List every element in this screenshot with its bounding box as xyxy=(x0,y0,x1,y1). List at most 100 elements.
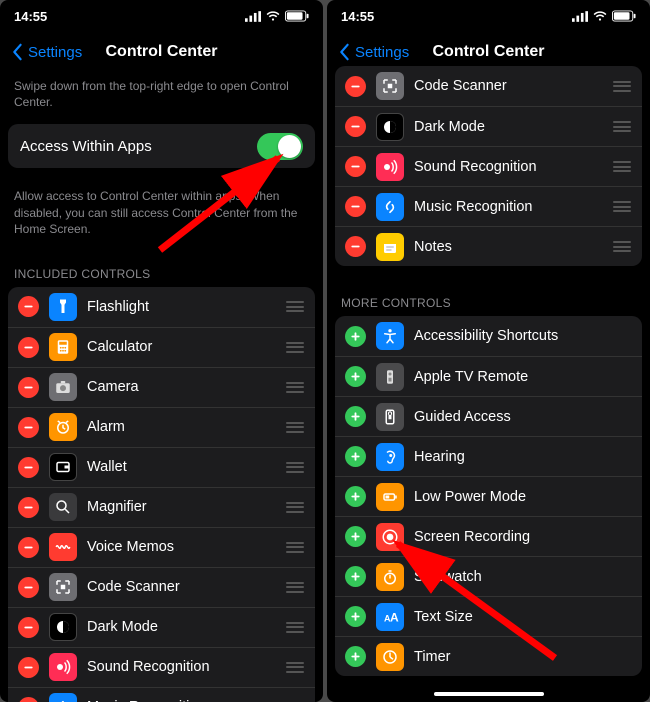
drag-handle-icon[interactable] xyxy=(285,342,305,353)
magnifier-icon xyxy=(49,493,77,521)
control-row-record[interactable]: Screen Recording xyxy=(335,516,642,556)
remove-button[interactable] xyxy=(18,497,39,518)
hearing-icon xyxy=(376,443,404,471)
control-row-wallet[interactable]: Wallet xyxy=(8,447,315,487)
add-button[interactable] xyxy=(345,566,366,587)
back-button[interactable]: Settings xyxy=(8,43,82,61)
battery-icon xyxy=(285,10,309,22)
control-row-codescanner[interactable]: Code Scanner xyxy=(8,567,315,607)
drag-handle-icon[interactable] xyxy=(612,241,632,252)
scroll-right[interactable]: Code ScannerDark ModeSound RecognitionMu… xyxy=(327,66,650,702)
access-label: Access Within Apps xyxy=(20,138,152,155)
drag-handle-icon[interactable] xyxy=(612,161,632,172)
control-label: Flashlight xyxy=(87,299,275,315)
add-button[interactable] xyxy=(345,606,366,627)
control-row-timer[interactable]: Timer xyxy=(335,636,642,676)
control-row-darkmode[interactable]: Dark Mode xyxy=(8,607,315,647)
control-row-guided[interactable]: Guided Access xyxy=(335,396,642,436)
access-within-apps-row[interactable]: Access Within Apps xyxy=(8,124,315,168)
remove-button[interactable] xyxy=(18,537,39,558)
control-label: Screen Recording xyxy=(414,529,632,545)
add-button[interactable] xyxy=(345,446,366,467)
drag-handle-icon[interactable] xyxy=(285,462,305,473)
remove-button[interactable] xyxy=(18,657,39,678)
drag-handle-icon[interactable] xyxy=(285,542,305,553)
nav-header: Settings Control Center xyxy=(0,32,323,72)
status-icons xyxy=(572,10,636,22)
control-label: Camera xyxy=(87,379,275,395)
back-button[interactable]: Settings xyxy=(335,43,409,61)
drag-handle-icon[interactable] xyxy=(285,422,305,433)
control-row-alarm[interactable]: Alarm xyxy=(8,407,315,447)
add-button[interactable] xyxy=(345,486,366,507)
included-list: Flashlight Calculator Camera AlarmWalletMag… xyxy=(8,287,315,702)
remove-button[interactable] xyxy=(18,617,39,638)
control-row-camera[interactable]: Camera xyxy=(8,367,315,407)
guided-icon xyxy=(376,403,404,431)
access-switch[interactable] xyxy=(257,133,303,160)
status-time: 14:55 xyxy=(341,9,374,24)
battery-icon xyxy=(612,10,636,22)
control-row-textsize[interactable]: AAText Size xyxy=(335,596,642,636)
scroll-left[interactable]: Swipe down from the top-right edge to op… xyxy=(0,72,323,702)
control-row-calculator[interactable]: Calculator xyxy=(8,327,315,367)
alarm-icon xyxy=(49,413,77,441)
cellular-icon xyxy=(245,11,261,22)
add-button[interactable] xyxy=(345,646,366,667)
drag-handle-icon[interactable] xyxy=(285,382,305,393)
control-label: Code Scanner xyxy=(87,579,275,595)
control-row-shazam[interactable]: Music Recognition xyxy=(8,687,315,702)
remove-button[interactable] xyxy=(18,337,39,358)
remove-button[interactable] xyxy=(345,76,366,97)
drag-handle-icon[interactable] xyxy=(285,582,305,593)
shazam-icon xyxy=(49,693,77,702)
status-bar: 14:55 xyxy=(327,0,650,32)
add-button[interactable] xyxy=(345,406,366,427)
add-button[interactable] xyxy=(345,526,366,547)
control-row-darkmode[interactable]: Dark Mode xyxy=(335,106,642,146)
add-button[interactable] xyxy=(345,366,366,387)
control-row-codescanner[interactable]: Code Scanner xyxy=(335,66,642,106)
tvremote-icon xyxy=(376,363,404,391)
control-label: Stopwatch xyxy=(414,569,632,585)
control-row-accessibility[interactable]: Accessibility Shortcuts xyxy=(335,316,642,356)
control-label: Sound Recognition xyxy=(87,659,275,675)
control-row-notes[interactable]: Notes xyxy=(335,226,642,266)
drag-handle-icon[interactable] xyxy=(285,622,305,633)
drag-handle-icon[interactable] xyxy=(285,301,305,312)
remove-button[interactable] xyxy=(345,116,366,137)
description-2: Allow access to Control Center within ap… xyxy=(0,182,323,251)
remove-button[interactable] xyxy=(18,577,39,598)
control-row-lowpower[interactable]: Low Power Mode xyxy=(335,476,642,516)
control-row-sound[interactable]: Sound Recognition xyxy=(335,146,642,186)
control-row-shazam[interactable]: Music Recognition xyxy=(335,186,642,226)
remove-button[interactable] xyxy=(18,457,39,478)
control-row-magnifier[interactable]: Magnifier xyxy=(8,487,315,527)
drag-handle-icon[interactable] xyxy=(285,502,305,513)
wifi-icon xyxy=(592,11,608,22)
control-row-tvremote[interactable]: Apple TV Remote xyxy=(335,356,642,396)
control-label: Apple TV Remote xyxy=(414,369,632,385)
remove-button[interactable] xyxy=(345,196,366,217)
control-row-voicememos[interactable]: Voice Memos xyxy=(8,527,315,567)
status-time: 14:55 xyxy=(14,9,47,24)
drag-handle-icon[interactable] xyxy=(612,121,632,132)
flashlight-icon xyxy=(49,293,77,321)
drag-handle-icon[interactable] xyxy=(612,201,632,212)
control-row-sound[interactable]: Sound Recognition xyxy=(8,647,315,687)
remove-button[interactable] xyxy=(18,697,39,702)
remove-button[interactable] xyxy=(18,296,39,317)
control-row-hearing[interactable]: Hearing xyxy=(335,436,642,476)
remove-button[interactable] xyxy=(345,236,366,257)
remove-button[interactable] xyxy=(345,156,366,177)
codescanner-icon xyxy=(376,72,404,100)
add-button[interactable] xyxy=(345,326,366,347)
home-indicator[interactable] xyxy=(434,692,544,696)
remove-button[interactable] xyxy=(18,377,39,398)
remove-button[interactable] xyxy=(18,417,39,438)
control-row-flashlight[interactable]: Flashlight xyxy=(8,287,315,327)
darkmode-icon xyxy=(376,113,404,141)
drag-handle-icon[interactable] xyxy=(612,81,632,92)
control-row-stopwatch[interactable]: Stopwatch xyxy=(335,556,642,596)
drag-handle-icon[interactable] xyxy=(285,662,305,673)
